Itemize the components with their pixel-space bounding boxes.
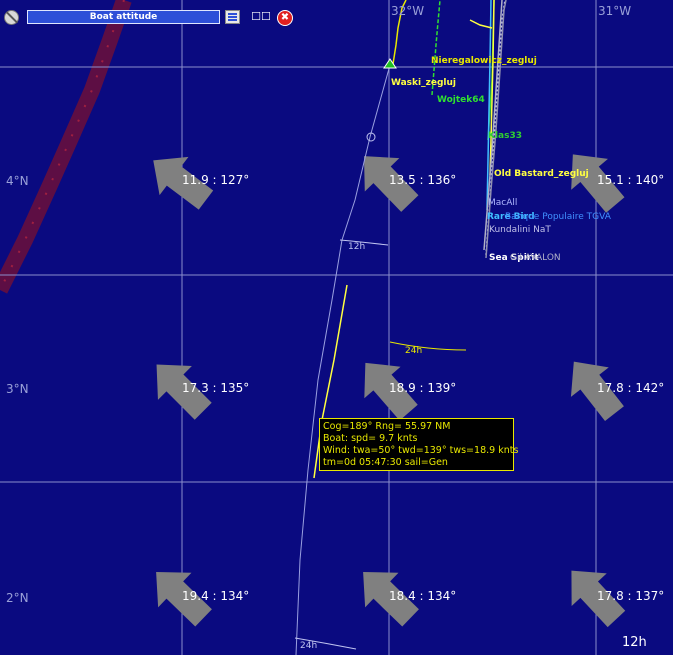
boat-label-old-bastard[interactable]: Old Bastard_zegluj (494, 170, 589, 179)
graticule (0, 0, 673, 655)
isochrone-label-24h: 24h (405, 346, 423, 356)
boat-label-waski[interactable]: Waski_zegluj (391, 79, 456, 88)
lat-label-2n: 2°N (6, 591, 29, 605)
boat-label-macall[interactable]: MacAll (488, 199, 517, 208)
isochrone-label-12h: 12h (348, 242, 366, 252)
wind-label: 13.5 : 136° (389, 173, 457, 187)
lat-label-4n: 4°N (6, 174, 29, 188)
wind-label: 19.4 : 134° (182, 589, 250, 603)
lon-label-32w: 32°W (391, 4, 425, 18)
info-time-sail: tm=0d 05:47:30 sail=Gen (323, 457, 448, 468)
boat-label-kundalini[interactable]: Kundalini NaT (489, 226, 551, 235)
map-view[interactable]: 32°W 31°W 4°N 3°N 2°N 11.9 : 127° 13.5 :… (0, 0, 673, 655)
wind-label: 15.1 : 140° (597, 173, 665, 187)
close-icon[interactable]: ✖ (277, 10, 293, 26)
info-cog-range: Cog=189° Rng= 55.97 NM (323, 421, 451, 432)
boat-label-wojtek64[interactable]: Wojtek64 (437, 96, 485, 105)
lat-label-3n: 3°N (6, 382, 29, 396)
wind-label: 17.8 : 137° (597, 589, 665, 603)
no-entry-icon[interactable] (4, 10, 19, 25)
settings-icon[interactable]: ☐☐ (248, 9, 274, 25)
isochrone-label-24h-bottom: 24h (300, 641, 318, 651)
wind-label: 11.9 : 127° (182, 173, 250, 187)
info-wind: Wind: twa=50° twd=139° tws=18.9 knts (323, 445, 519, 456)
wind-label: 17.3 : 135° (182, 381, 250, 395)
isochrone-24h-yellow (389, 341, 467, 351)
route-info-box: Cog=189° Rng= 55.97 NM Boat: spd= 9.7 kn… (319, 418, 519, 471)
info-boat-speed: Boat: spd= 9.7 knts (323, 433, 418, 444)
own-route (295, 58, 397, 655)
window-title[interactable]: Boat attitude (27, 10, 220, 24)
boat-label-klas33[interactable]: Klas33 (488, 132, 522, 141)
boat-label-gil-avalon[interactable]: Gil AVALON (510, 254, 561, 263)
list-icon[interactable] (225, 10, 240, 24)
time-scale-label: 12h (622, 635, 647, 650)
boat-attitude-titlebar[interactable]: Boat attitude ☐☐ ✖ (1, 8, 297, 28)
red-track (0, 0, 132, 294)
chart-canvas[interactable] (0, 0, 673, 655)
boat-label-banque-populaire[interactable]: Banque Populaire TGVA (505, 213, 611, 222)
track-top (469, 19, 493, 29)
boat-label-nieregalowicz[interactable]: Nieregalowicz_zegluj (431, 57, 537, 66)
wind-label: 17.8 : 142° (597, 381, 665, 395)
lon-label-31w: 31°W (598, 4, 632, 18)
wind-label: 18.4 : 134° (389, 589, 457, 603)
wind-label: 18.9 : 139° (389, 381, 457, 395)
